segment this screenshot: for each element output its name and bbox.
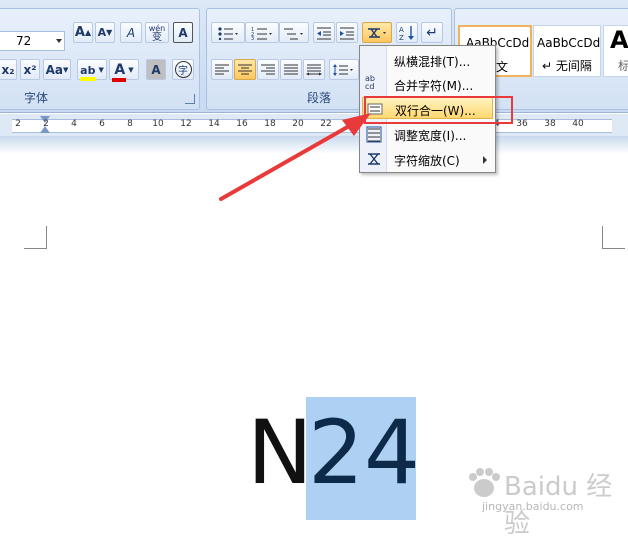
red-pointer-arrow-icon (219, 113, 371, 201)
baidu-paw-icon (469, 468, 500, 497)
baidu-watermark: Baidu 经验 jingyan.baidu.com (462, 466, 624, 539)
watermark-url: jingyan.baidu.com (482, 500, 584, 513)
